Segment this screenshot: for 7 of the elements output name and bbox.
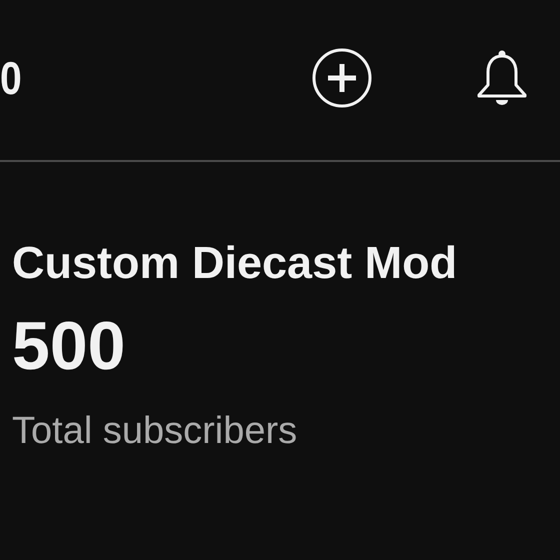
subscriber-label: Total subscribers [12,410,298,452]
header-title: 0 [0,55,20,101]
create-button[interactable] [310,46,374,110]
subscriber-count: 500 [12,312,126,380]
bell-icon [477,48,527,108]
add-icon [312,48,372,108]
channel-name: Custom Diecast Mod [12,238,458,288]
